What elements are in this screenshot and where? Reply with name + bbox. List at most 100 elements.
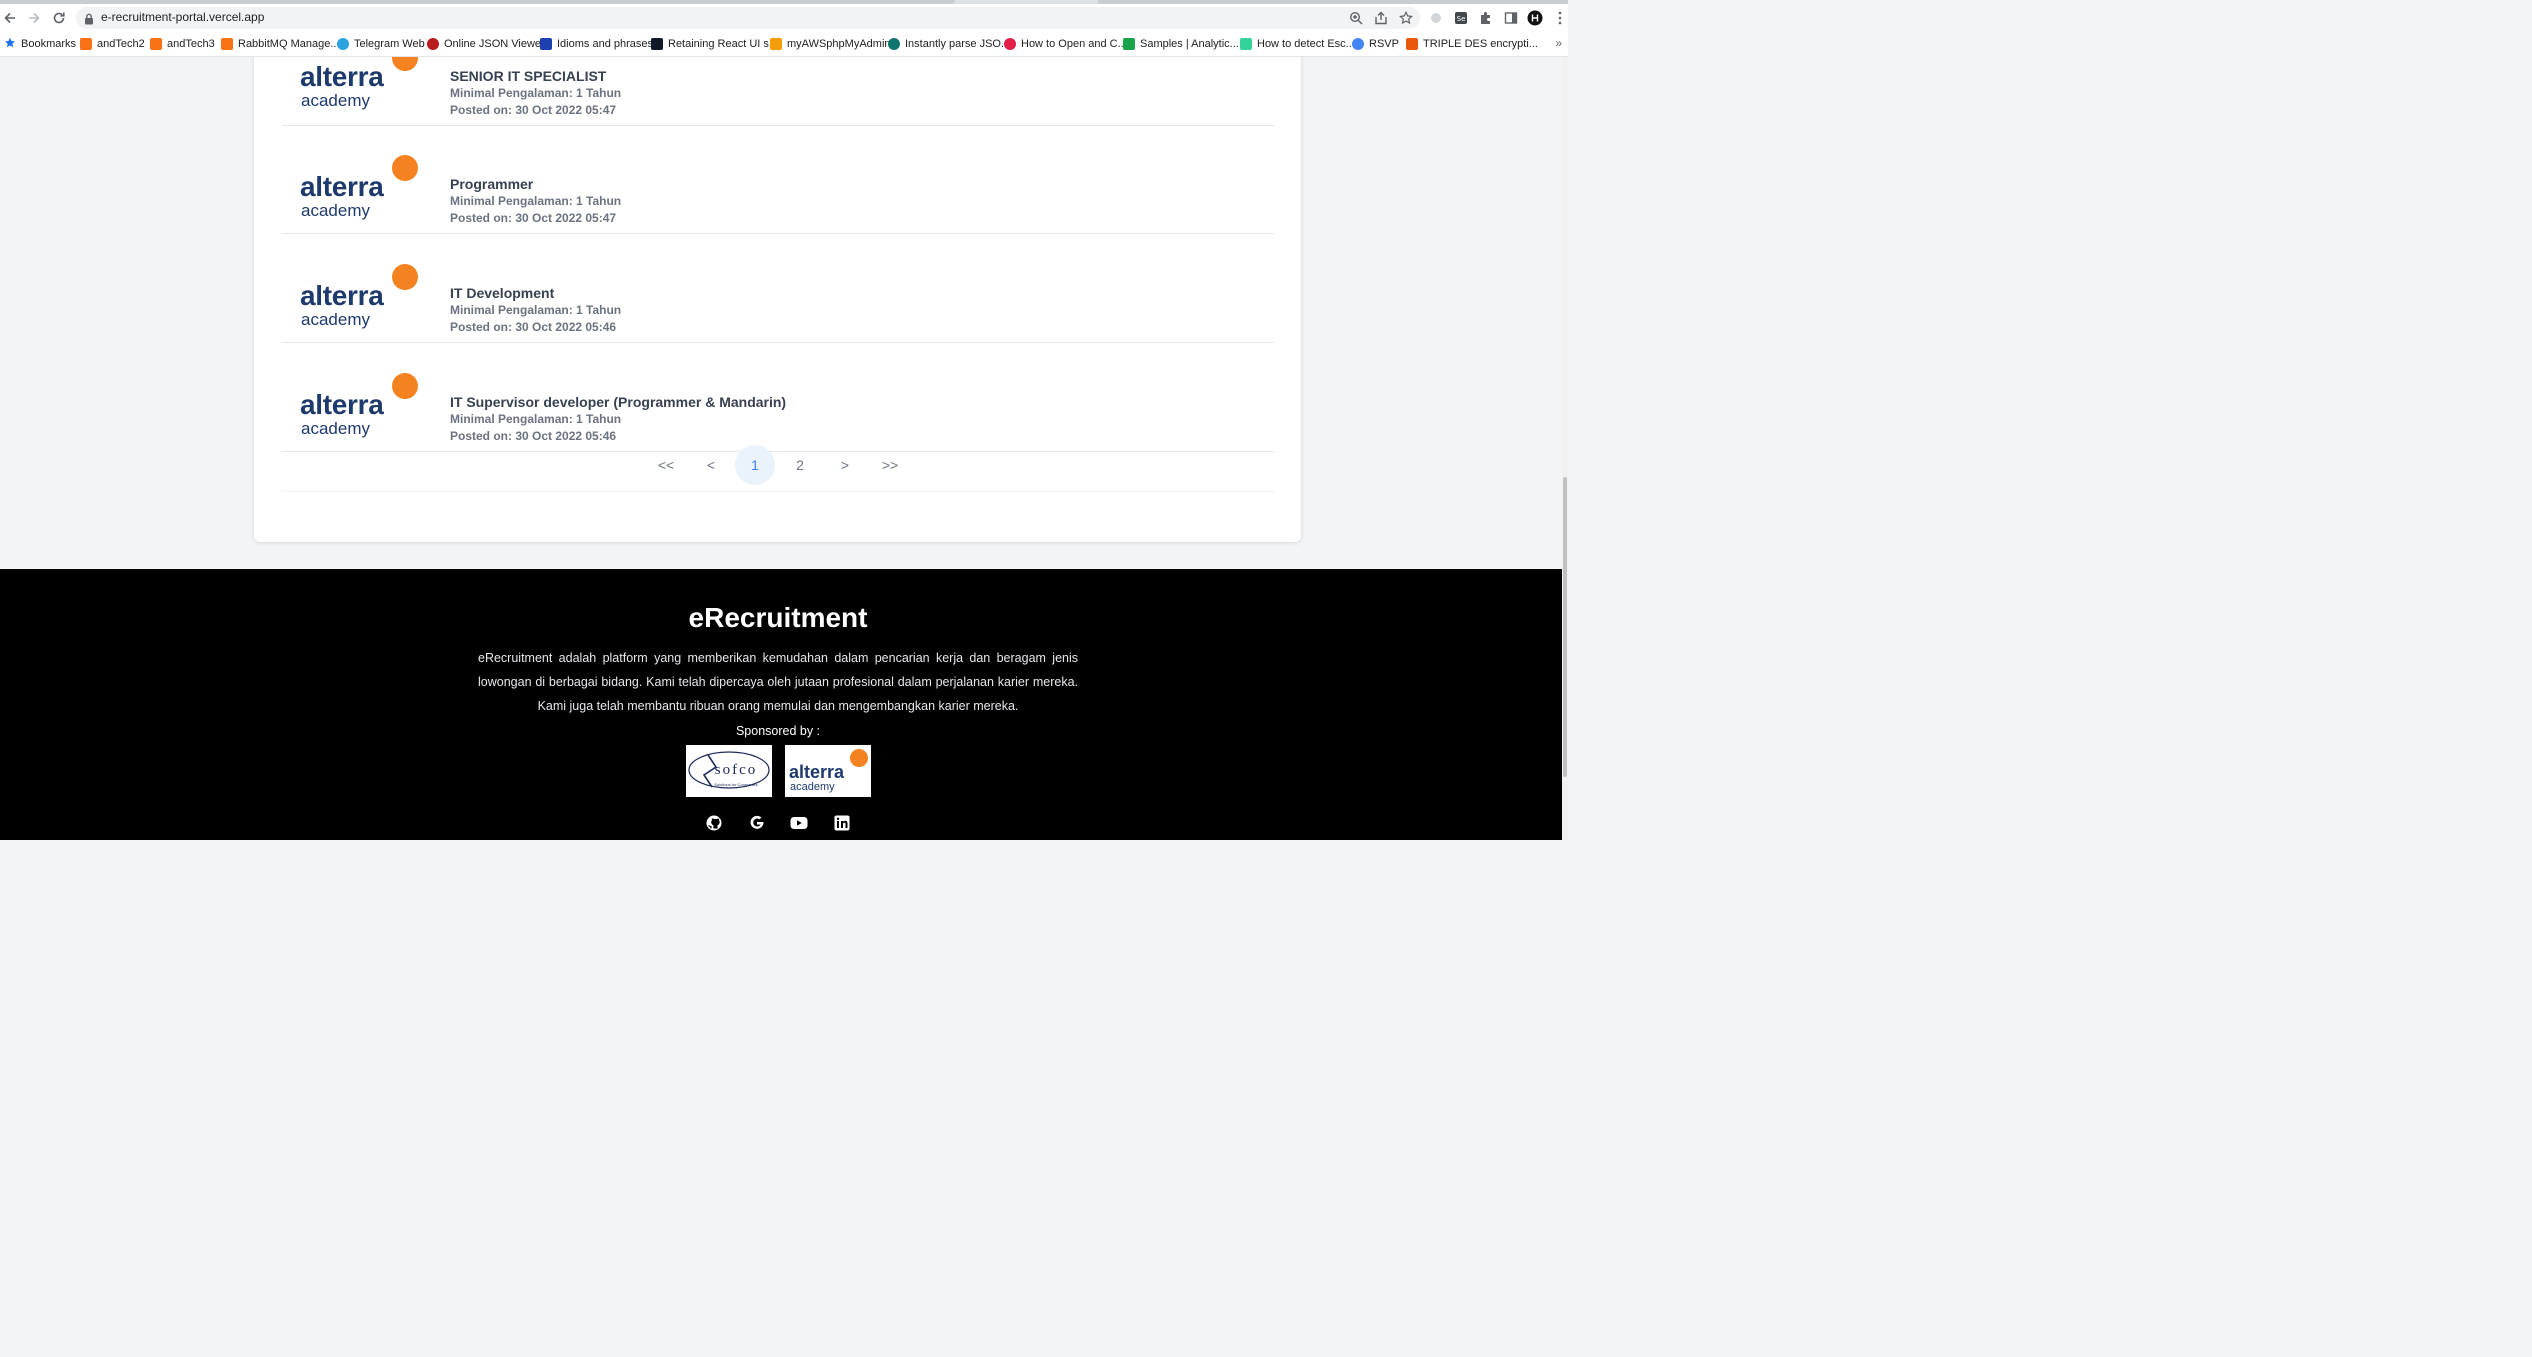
bookmark-favicon-icon xyxy=(221,38,233,50)
address-bar[interactable]: e-recruitment-portal.vercel.app xyxy=(76,7,1420,29)
job-experience: Minimal Pengalaman: 1 Tahun xyxy=(450,303,622,317)
job-list-item[interactable]: alterra academy SENIOR IT SPECIALIST Min… xyxy=(282,57,1274,126)
logo-brand: alterra xyxy=(300,389,384,420)
bookmark-item[interactable]: RSVP xyxy=(1352,36,1399,52)
bookmark-item[interactable]: Online JSON Viewer xyxy=(427,36,545,52)
footer-description: eRecruitment adalah platform yang member… xyxy=(478,651,1078,713)
logo-dot-icon xyxy=(392,155,418,181)
logo-sub: academy xyxy=(301,91,370,110)
bookmark-favicon-icon xyxy=(540,38,552,50)
bookmark-favicon-icon xyxy=(1240,38,1252,50)
pagination: << < 1 2 > >> xyxy=(254,435,1301,495)
bookmark-item[interactable]: Telegram Web xyxy=(337,36,425,52)
pagination-next-button[interactable]: > xyxy=(825,445,865,485)
bookmark-item[interactable]: Retaining React UI s... xyxy=(651,36,778,52)
bookmark-item[interactable]: Instantly parse JSO... xyxy=(888,36,1010,52)
divider xyxy=(282,491,1274,492)
browser-toolbar: e-recruitment-portal.vercel.app Se xyxy=(0,4,1568,32)
pagination-last-button[interactable]: >> xyxy=(870,445,910,485)
sponsor-logo-alterra[interactable]: alterra academy xyxy=(785,745,871,797)
selenium-icon[interactable]: Se xyxy=(1453,10,1469,26)
pagination-prev-button[interactable]: < xyxy=(691,445,731,485)
pagination-first-button[interactable]: << xyxy=(646,445,686,485)
page-scrollbar[interactable] xyxy=(1562,57,1568,840)
linkedin-icon[interactable] xyxy=(833,814,851,832)
profile-avatar-icon[interactable] xyxy=(1527,10,1543,26)
back-icon[interactable] xyxy=(0,8,20,28)
bookmark-label: RSVP xyxy=(1369,38,1399,50)
zoom-icon[interactable] xyxy=(1348,10,1364,26)
bookmark-label: Telegram Web xyxy=(354,38,425,50)
bookmark-favicon-icon xyxy=(150,38,162,50)
job-title[interactable]: SENIOR IT SPECIALIST xyxy=(450,68,621,84)
bookmark-favicon-icon xyxy=(1406,38,1418,50)
url-text: e-recruitment-portal.vercel.app xyxy=(101,10,265,24)
bookmark-label: How to detect Esc... xyxy=(1257,38,1355,50)
bookmark-item[interactable]: Bookmarks xyxy=(4,36,76,52)
bookmark-item[interactable]: RabbitMQ Manage... xyxy=(221,36,340,52)
bookmark-label: Bookmarks xyxy=(21,38,77,50)
job-title[interactable]: Programmer xyxy=(450,176,621,192)
logo-dot-icon xyxy=(392,264,418,290)
google-icon[interactable] xyxy=(748,814,766,832)
bookmark-favicon-icon xyxy=(1352,38,1364,50)
sponsor-tagline: academy xyxy=(790,781,835,793)
bookmark-item[interactable]: andTech2 xyxy=(80,36,145,52)
job-list-item[interactable]: alterra academy IT Development Minimal P… xyxy=(282,234,1274,343)
star-icon xyxy=(4,37,16,52)
menu-kebab-icon[interactable] xyxy=(1552,10,1568,26)
star-icon[interactable] xyxy=(1398,10,1414,26)
sponsor-logo-sofco[interactable]: sofco Solutions for Companies xyxy=(686,745,772,797)
bookmark-item[interactable]: Samples | Analytic... xyxy=(1123,36,1239,52)
company-logo: alterra academy xyxy=(300,373,420,443)
scrollbar-thumb[interactable] xyxy=(1563,477,1567,777)
job-posted-date: Posted on: 30 Oct 2022 05:46 xyxy=(450,320,617,334)
logo-brand: alterra xyxy=(300,171,384,202)
job-title[interactable]: IT Supervisor developer (Programmer & Ma… xyxy=(450,394,786,410)
reload-icon[interactable] xyxy=(49,8,69,28)
youtube-icon[interactable] xyxy=(790,814,808,832)
bookmarks-bar: Bookmarks andTech2 andTech3 RabbitMQ Man… xyxy=(0,32,1568,57)
sponsor-name: sofco xyxy=(715,762,758,778)
job-list-card: alterra academy SENIOR IT SPECIALIST Min… xyxy=(254,57,1301,542)
puzzle-icon[interactable] xyxy=(1478,10,1494,26)
bookmark-item[interactable]: andTech3 xyxy=(150,36,215,52)
bookmark-item[interactable]: How to detect Esc... xyxy=(1240,36,1355,52)
job-experience: Minimal Pengalaman: 1 Tahun xyxy=(450,194,622,208)
company-logo: alterra academy xyxy=(300,264,420,334)
bookmark-favicon-icon xyxy=(337,38,349,50)
bookmark-favicon-icon xyxy=(427,38,439,50)
bookmark-item[interactable]: How to Open and C... xyxy=(1004,36,1127,52)
share-icon[interactable] xyxy=(1373,10,1389,26)
job-posted-date: Posted on: 30 Oct 2022 05:47 xyxy=(450,211,617,225)
bookmark-label: Instantly parse JSO... xyxy=(905,38,1011,50)
company-logo: alterra academy xyxy=(300,57,420,115)
job-posted-date: Posted on: 30 Oct 2022 05:47 xyxy=(450,103,617,117)
job-list-item[interactable]: alterra academy Programmer Minimal Penga… xyxy=(282,125,1274,234)
pagination-page-1[interactable]: 1 xyxy=(735,445,775,485)
sponsored-label: Sponsored by : xyxy=(735,724,821,738)
pagination-page-2[interactable]: 2 xyxy=(780,445,820,485)
bookmark-item[interactable]: TRIPLE DES encrypti... xyxy=(1406,36,1538,52)
bookmark-item[interactable]: Idioms and phrases xyxy=(540,36,653,52)
logo-dot-icon xyxy=(392,373,418,399)
bookmark-favicon-icon xyxy=(1004,38,1016,50)
logo-dot-icon xyxy=(392,57,418,71)
company-logo: alterra academy xyxy=(300,155,420,225)
site-footer: eRecruitment eRecruitment adalah platfor… xyxy=(0,569,1568,840)
footer-title: eRecruitment xyxy=(688,602,868,633)
bookmark-favicon-icon xyxy=(1123,38,1135,50)
bookmark-label: Retaining React UI s... xyxy=(668,38,779,50)
logo-brand: alterra xyxy=(300,280,384,311)
forward-icon[interactable] xyxy=(24,8,44,28)
github-icon[interactable] xyxy=(705,814,723,832)
side-panel-icon[interactable] xyxy=(1503,10,1519,26)
extension-icon[interactable] xyxy=(1428,10,1444,26)
job-title[interactable]: IT Development xyxy=(450,285,621,301)
sponsor-name: alterra xyxy=(789,762,845,782)
bookmarks-overflow-icon[interactable]: » xyxy=(1555,36,1562,50)
page-viewport: alterra academy SENIOR IT SPECIALIST Min… xyxy=(0,57,1568,840)
bookmark-label: TRIPLE DES encrypti... xyxy=(1423,38,1538,50)
bookmark-item[interactable]: myAWSphpMyAdmin xyxy=(770,36,891,52)
bookmark-favicon-icon xyxy=(888,38,900,50)
